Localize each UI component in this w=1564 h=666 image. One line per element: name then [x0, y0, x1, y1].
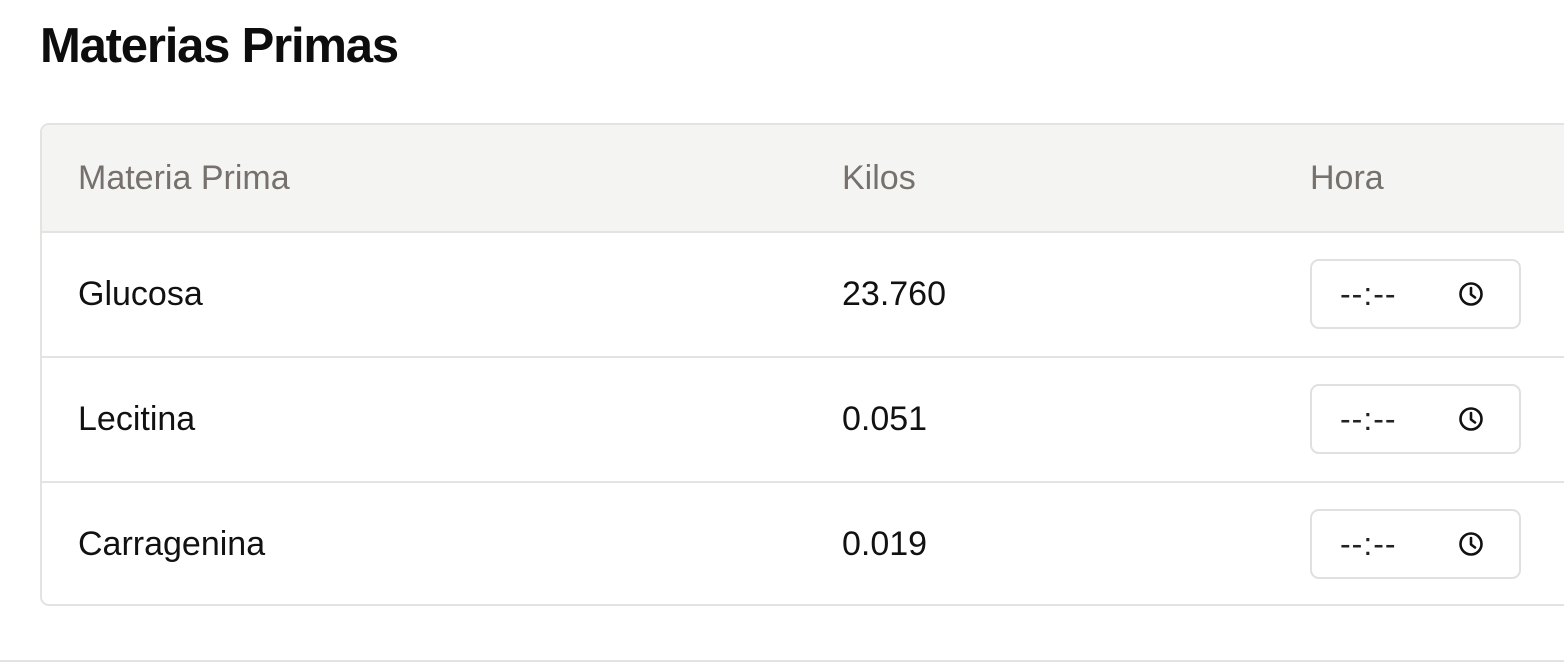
- clock-icon[interactable]: [1457, 530, 1485, 558]
- time-placeholder: --:--: [1340, 276, 1397, 312]
- clock-icon[interactable]: [1457, 280, 1485, 308]
- hora-time-input[interactable]: --:--: [1310, 509, 1521, 579]
- materias-primas-table: Materia Prima Kilos Hora Glucosa 23.760 …: [40, 123, 1564, 606]
- table-header: Materia Prima Kilos Hora: [42, 125, 1564, 233]
- hora-time-input[interactable]: --:--: [1310, 259, 1521, 329]
- kilos-cell: 0.019: [842, 525, 928, 563]
- column-header-materia-prima: Materia Prima: [78, 159, 290, 197]
- clock-icon[interactable]: [1457, 405, 1485, 433]
- page-title: Materias Primas: [40, 19, 399, 73]
- materia-prima-cell: Glucosa: [78, 275, 203, 313]
- column-header-kilos: Kilos: [842, 159, 916, 197]
- table-row: Glucosa 23.760 --:--: [42, 233, 1564, 358]
- column-header-hora: Hora: [1310, 159, 1384, 197]
- section-divider: [0, 660, 1564, 662]
- materia-prima-cell: Lecitina: [78, 400, 196, 438]
- table-row: Lecitina 0.051 --:--: [42, 358, 1564, 483]
- kilos-cell: 23.760: [842, 275, 946, 313]
- materia-prima-cell: Carragenina: [78, 525, 266, 563]
- time-placeholder: --:--: [1340, 401, 1397, 437]
- table-row: Carragenina 0.019 --:--: [42, 483, 1564, 604]
- time-placeholder: --:--: [1340, 526, 1397, 562]
- kilos-cell: 0.051: [842, 400, 928, 438]
- hora-time-input[interactable]: --:--: [1310, 384, 1521, 454]
